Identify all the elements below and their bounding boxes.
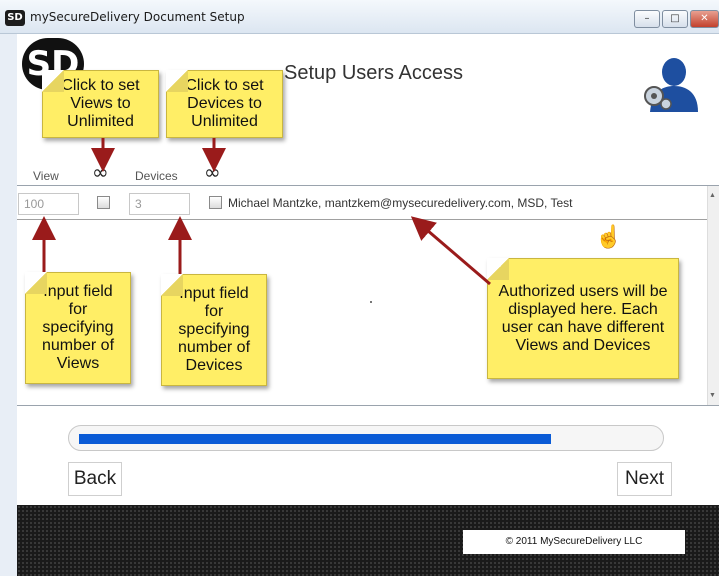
- progress-bar: [68, 425, 664, 451]
- copyright-text: © 2011 MySecureDelivery LLC: [463, 530, 685, 554]
- back-button[interactable]: Back: [68, 462, 122, 496]
- progress-fill: [79, 434, 551, 444]
- next-button[interactable]: Next: [617, 462, 672, 496]
- arrow-to-user-row: [410, 216, 491, 286]
